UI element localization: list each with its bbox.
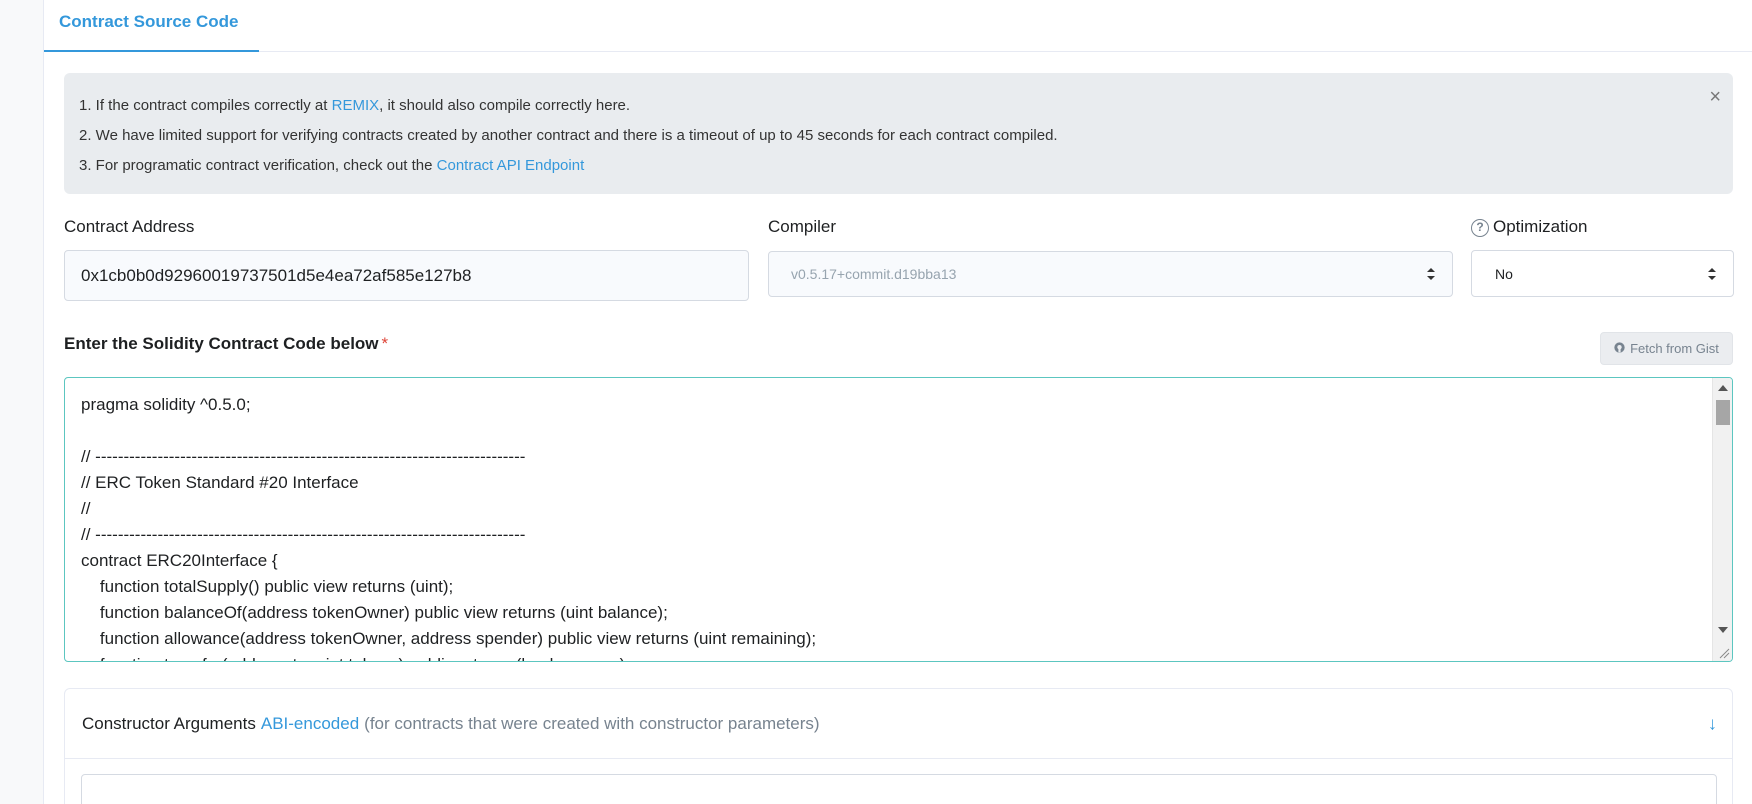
optimization-value: No bbox=[1495, 265, 1513, 282]
scroll-down-arrow-icon[interactable] bbox=[1718, 627, 1728, 633]
code-section-heading: Enter the Solidity Contract Code below * bbox=[64, 334, 389, 353]
scroll-up-arrow-icon[interactable] bbox=[1718, 385, 1728, 391]
select-arrows-icon bbox=[1427, 268, 1435, 280]
info-notice: × 1. If the contract compiles correctly … bbox=[64, 73, 1733, 194]
compiler-label: Compiler bbox=[768, 217, 837, 236]
tab-bar: Contract Source Code bbox=[44, 0, 1752, 52]
contract-api-link[interactable]: Contract API Endpoint bbox=[437, 157, 585, 174]
code-line: // -------------------------------------… bbox=[81, 447, 526, 466]
required-mark: * bbox=[381, 334, 389, 353]
constructor-arguments-toggle[interactable]: Constructor Arguments ABI-encoded (for c… bbox=[65, 689, 1732, 759]
abi-encoded-link[interactable]: ABI-encoded bbox=[261, 714, 359, 734]
resize-grip-icon[interactable] bbox=[1718, 647, 1730, 659]
left-sidebar-strip bbox=[0, 0, 44, 804]
notice-line-3: 3. For programatic contract verification… bbox=[79, 157, 585, 174]
code-line: function totalSupply() public view retur… bbox=[81, 577, 454, 596]
constructor-arguments-card: Constructor Arguments ABI-encoded (for c… bbox=[64, 688, 1733, 804]
fetch-from-gist-button[interactable]: Fetch from Gist bbox=[1600, 332, 1733, 365]
tab-contract-source-code[interactable]: Contract Source Code bbox=[44, 0, 259, 52]
select-arrows-icon bbox=[1708, 267, 1716, 280]
arrow-down-icon[interactable]: ↓ bbox=[1708, 713, 1717, 734]
scroll-thumb[interactable] bbox=[1716, 400, 1730, 425]
compiler-value: v0.5.17+commit.d19bba13 bbox=[791, 266, 957, 282]
source-code-textarea[interactable]: pragma solidity ^0.5.0; // --------------… bbox=[64, 377, 1733, 662]
help-icon[interactable]: ? bbox=[1471, 219, 1489, 237]
code-line: // bbox=[81, 499, 91, 518]
code-line: // ERC Token Standard #20 Interface bbox=[81, 473, 359, 492]
remix-link[interactable]: REMIX bbox=[332, 97, 380, 114]
code-line: pragma solidity ^0.5.0; bbox=[81, 395, 251, 414]
notice-line-1: 1. If the contract compiles correctly at… bbox=[79, 97, 631, 114]
notice-line-2: 2. We have limited support for verifying… bbox=[79, 127, 1058, 144]
code-line: contract ERC20Interface { bbox=[81, 551, 278, 570]
code-line: function transfer(address to, uint token… bbox=[81, 652, 1702, 661]
code-line: // -------------------------------------… bbox=[81, 525, 526, 544]
code-line: function allowance(address tokenOwner, a… bbox=[81, 629, 817, 648]
optimization-select[interactable]: No bbox=[1471, 250, 1734, 297]
contract-address-value: 0x1cb0b0d92960019737501d5e4ea72af585e127… bbox=[81, 265, 472, 285]
close-icon[interactable]: × bbox=[1709, 87, 1721, 107]
contract-address-input[interactable]: 0x1cb0b0d92960019737501d5e4ea72af585e127… bbox=[64, 250, 749, 301]
optimization-label: ? Optimization bbox=[1471, 217, 1587, 237]
github-icon bbox=[1614, 341, 1625, 356]
constructor-arguments-input[interactable] bbox=[81, 774, 1717, 804]
compiler-select[interactable]: v0.5.17+commit.d19bba13 bbox=[768, 251, 1453, 297]
code-lines: pragma solidity ^0.5.0; // --------------… bbox=[81, 392, 1702, 661]
code-line: function balanceOf(address tokenOwner) p… bbox=[81, 603, 668, 622]
contract-address-label: Contract Address bbox=[64, 217, 195, 236]
code-scrollbar[interactable] bbox=[1712, 378, 1732, 661]
